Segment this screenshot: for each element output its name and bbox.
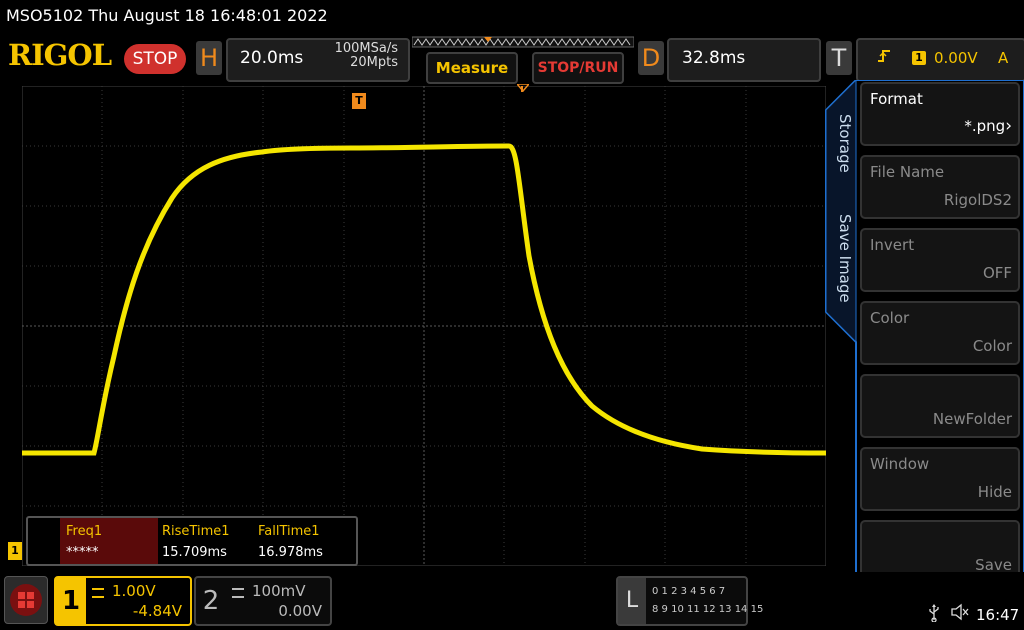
color-menu-button[interactable]: Color Color — [860, 301, 1020, 365]
brand-logo: RIGOL — [8, 38, 112, 72]
file-name-menu-button[interactable]: File Name RigolDS2 — [860, 155, 1020, 219]
memory-depth: 20Mpts — [350, 55, 398, 70]
digital-channels-8-15: 8 9 10 11 12 13 14 15 — [652, 604, 764, 615]
channel2-number: 2 — [202, 586, 220, 616]
ch1-ground-marker[interactable]: 1 — [8, 542, 22, 560]
window-value: Hide — [977, 483, 1012, 501]
channel1-scale: 1.00V — [112, 582, 156, 600]
channel1-box[interactable]: 1 1.00V -4.84V — [54, 576, 192, 626]
file-name-value: RigolDS2 — [943, 191, 1012, 209]
color-value: Color — [972, 337, 1012, 355]
measurement-results-panel[interactable]: Freq1 ***** RiseTime1 15.709ms FallTime1… — [26, 516, 358, 566]
memory-position-strip[interactable] — [412, 36, 634, 48]
new-folder-menu-button[interactable]: NewFolder — [860, 374, 1020, 438]
file-name-label: File Name — [870, 163, 945, 181]
save-image-tab-label[interactable]: Save Image — [836, 214, 854, 303]
measurement-value: 16.978ms — [258, 545, 323, 560]
delay-marker-icon — [517, 84, 529, 92]
measure-button[interactable]: Measure — [426, 52, 518, 84]
channel2-box[interactable]: 2 100mV 0.00V — [194, 576, 332, 626]
channel2-offset: 0.00V — [278, 602, 322, 620]
usb-icon — [928, 604, 940, 626]
main-menu-button[interactable] — [4, 576, 48, 624]
measurement-value: 15.709ms — [162, 545, 227, 560]
system-clock: 16:47 — [976, 606, 1020, 624]
measurement-name: FallTime1 — [258, 524, 320, 539]
trigger-mode: A — [998, 49, 1009, 67]
invert-menu-button[interactable]: Invert OFF — [860, 228, 1020, 292]
dc-coupling-icon — [232, 588, 244, 598]
run-state-badge[interactable]: STOP — [124, 44, 186, 74]
color-label: Color — [870, 309, 910, 327]
digital-channels-0-7: 0 1 2 3 4 5 6 7 — [652, 586, 726, 597]
channel1-number: 1 — [56, 578, 86, 624]
format-value: *.png› — [964, 116, 1012, 136]
measurement-freq1[interactable]: Freq1 ***** — [60, 518, 158, 564]
delay-value: 32.8ms — [682, 48, 746, 68]
measurement-falltime1[interactable]: FallTime1 16.978ms — [252, 518, 352, 564]
speaker-muted-icon[interactable] — [950, 603, 970, 625]
measurement-risetime1[interactable]: RiseTime1 15.709ms — [156, 518, 252, 564]
grid-menu-icon — [10, 584, 42, 616]
format-label: Format — [870, 90, 923, 108]
delay-badge[interactable]: D — [638, 41, 664, 75]
rising-edge-icon — [876, 48, 892, 69]
dc-coupling-icon — [92, 588, 104, 598]
window-label: Window — [870, 455, 930, 473]
format-menu-button[interactable]: Format *.png› — [860, 82, 1020, 146]
measurement-value: ***** — [66, 545, 99, 560]
channel2-scale: 100mV — [252, 582, 306, 600]
logic-analyzer-box[interactable]: L 0 1 2 3 4 5 6 7 8 9 10 11 12 13 14 15 — [616, 576, 763, 626]
measurement-name: Freq1 — [66, 524, 103, 539]
invert-value: OFF — [982, 264, 1012, 282]
stop-run-button[interactable]: STOP/RUN — [532, 52, 624, 84]
timebase-value: 20.0ms — [240, 48, 304, 68]
trigger-badge[interactable]: T — [826, 41, 852, 75]
measurement-name: RiseTime1 — [162, 524, 230, 539]
waveform-display[interactable] — [22, 86, 826, 566]
new-folder-value: NewFolder — [932, 410, 1012, 428]
chevron-right-icon: › — [1005, 116, 1012, 136]
logic-analyzer-letter: L — [618, 578, 646, 624]
trigger-level: 0.00V — [934, 49, 978, 67]
horizontal-badge[interactable]: H — [196, 41, 222, 75]
trigger-source-badge: 1 — [912, 51, 926, 65]
window-menu-button[interactable]: Window Hide — [860, 447, 1020, 511]
channel1-offset: -4.84V — [132, 602, 182, 620]
acquisition-info: 100MSa/s 20Mpts — [318, 42, 398, 70]
trigger-position-marker[interactable]: T — [352, 93, 366, 109]
device-title: MSO5102 Thu August 18 16:48:01 2022 — [6, 6, 328, 25]
sample-rate: 100MSa/s — [334, 41, 398, 56]
invert-label: Invert — [870, 236, 915, 254]
storage-tab-label[interactable]: Storage — [836, 114, 854, 173]
